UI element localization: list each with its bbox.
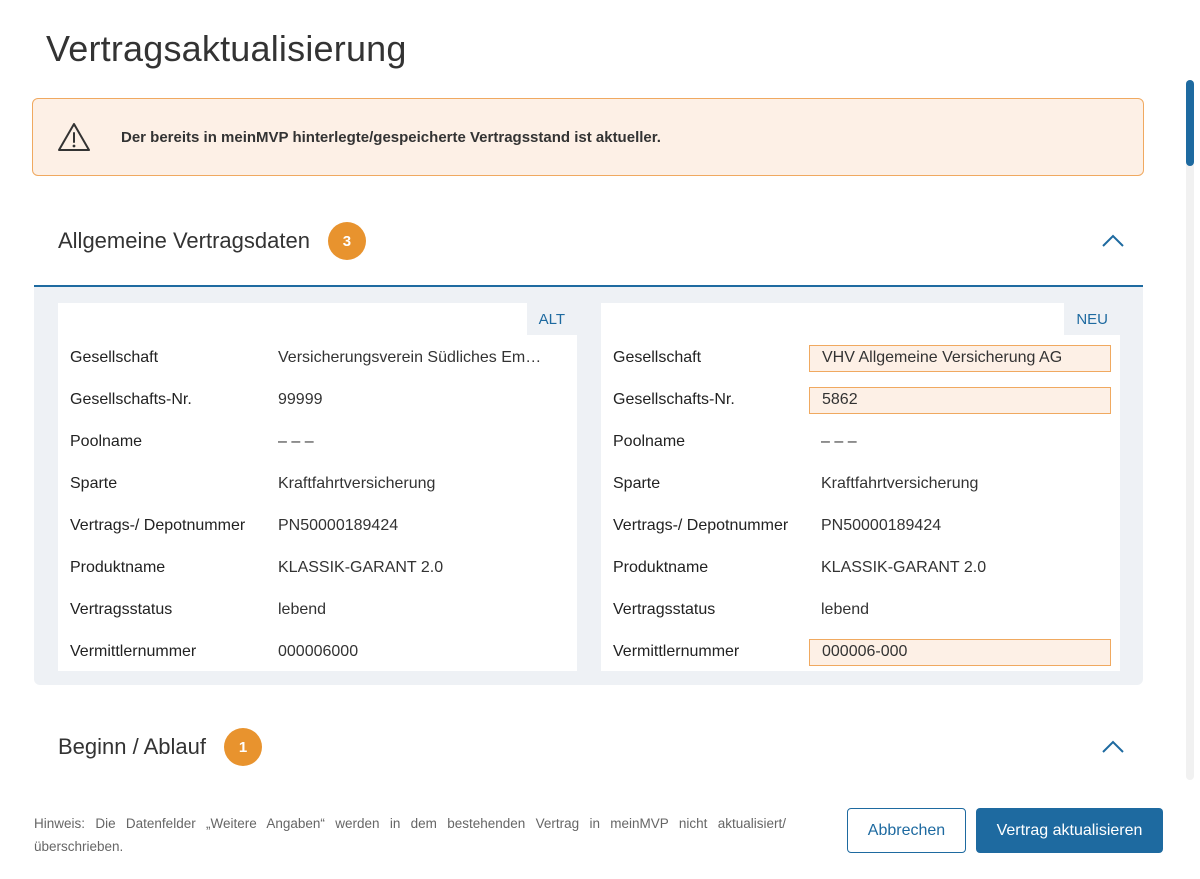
field-label: Vertragsstatus bbox=[70, 601, 173, 618]
warning-triangle-icon bbox=[57, 122, 91, 152]
page-title: Vertragsaktualisierung bbox=[46, 28, 407, 69]
field-value-changed: VHV Allgemeine Versicherung AG bbox=[809, 344, 1111, 372]
cancel-button[interactable]: Abbrechen bbox=[847, 808, 966, 853]
comparison-row: Vermittlernummer 000006000 bbox=[58, 631, 577, 673]
comparison-row: Poolname – – – bbox=[58, 421, 577, 463]
new-values-panel: NEU Gesellschaft VHV Allgemeine Versicher… bbox=[601, 303, 1120, 671]
field-label: Vertrags-/ Depotnummer bbox=[70, 517, 246, 534]
comparison-row: Sparte Kraftfahrtversicherung bbox=[58, 463, 577, 505]
field-value: Kraftfahrtversicherung bbox=[821, 475, 979, 492]
old-values-list: Gesellschaft Versicherungsverein Südliche… bbox=[58, 337, 577, 673]
field-value: lebend bbox=[278, 601, 327, 618]
section-title: Allgemeine Vertragsdaten bbox=[58, 228, 310, 253]
comparison-row: Gesellschaft VHV Allgemeine Versicherung … bbox=[601, 337, 1120, 379]
section-body-allgemeine-vertragsdaten: ALT Gesellschaft Versicherungsverein Südl… bbox=[34, 285, 1143, 685]
field-value: KLASSIK-GARANT 2.0 bbox=[821, 559, 987, 576]
field-label: Vertrags-/ Depotnummer bbox=[613, 517, 789, 534]
field-value: KLASSIK-GARANT 2.0 bbox=[278, 559, 444, 576]
field-label: Produktname bbox=[613, 559, 709, 576]
comparison-row: Vermittlernummer 000006-000 bbox=[601, 631, 1120, 673]
comparison-row: Produktname KLASSIK-GARANT 2.0 bbox=[601, 547, 1120, 589]
field-value: Versicherungsverein Südliches Em… bbox=[278, 349, 542, 366]
field-label: Gesellschafts-Nr. bbox=[613, 391, 735, 408]
chevron-up-icon[interactable] bbox=[1101, 229, 1125, 253]
panel-tag-alt: ALT bbox=[526, 303, 577, 335]
field-value: Kraftfahrtversicherung bbox=[278, 475, 436, 492]
section-header-beginn-ablauf[interactable]: Beginn / Ablauf 1 bbox=[34, 712, 1143, 782]
field-label: Poolname bbox=[70, 433, 143, 450]
field-value: – – – bbox=[821, 433, 857, 450]
change-count-badge: 3 bbox=[327, 222, 366, 260]
field-value: 000006000 bbox=[278, 643, 359, 660]
field-value: 99999 bbox=[278, 391, 323, 408]
comparison-row: Vertragsstatus lebend bbox=[58, 589, 577, 631]
comparison-row: Vertrags-/ Depotnummer PN50000189424 bbox=[58, 505, 577, 547]
chevron-up-icon[interactable] bbox=[1101, 735, 1125, 759]
field-value: PN50000189424 bbox=[278, 517, 399, 534]
scrollbar-thumb[interactable] bbox=[1186, 80, 1194, 166]
field-label: Sparte bbox=[613, 475, 661, 492]
comparison-row: Vertragsstatus lebend bbox=[601, 589, 1120, 631]
field-label: Vermittlernummer bbox=[70, 643, 197, 660]
update-contract-button[interactable]: Vertrag aktualisieren bbox=[976, 808, 1163, 853]
field-label: Produktname bbox=[70, 559, 166, 576]
comparison-row: Gesellschafts-Nr. 5862 bbox=[601, 379, 1120, 421]
warning-text: Der bereits in meinMVP hinterlegte/gespe… bbox=[121, 128, 661, 146]
field-label: Sparte bbox=[70, 475, 118, 492]
field-label: Vertragsstatus bbox=[613, 601, 716, 618]
field-value-changed: 5862 bbox=[809, 386, 1111, 414]
field-label: Gesellschaft bbox=[613, 349, 702, 366]
comparison-row: Vertrags-/ Depotnummer PN50000189424 bbox=[601, 505, 1120, 547]
comparison-row: Produktname KLASSIK-GARANT 2.0 bbox=[58, 547, 577, 589]
section-title: Beginn / Ablauf bbox=[58, 734, 207, 759]
comparison-row: Poolname – – – bbox=[601, 421, 1120, 463]
field-label: Gesellschafts-Nr. bbox=[70, 391, 192, 408]
field-value: PN50000189424 bbox=[821, 517, 942, 534]
scrollbar-track[interactable] bbox=[1186, 80, 1194, 780]
comparison-row: Sparte Kraftfahrtversicherung bbox=[601, 463, 1120, 505]
field-value: lebend bbox=[821, 601, 870, 618]
section-header-allgemeine-vertragsdaten[interactable]: Allgemeine Vertragsdaten 3 bbox=[34, 206, 1143, 276]
comparison-row: Gesellschafts-Nr. 99999 bbox=[58, 379, 577, 421]
comparison-row: Gesellschaft Versicherungsverein Südliche… bbox=[58, 337, 577, 379]
field-label: Gesellschaft bbox=[70, 349, 159, 366]
field-value: – – – bbox=[278, 433, 314, 450]
new-values-list: Gesellschaft VHV Allgemeine Versicherung … bbox=[601, 337, 1120, 673]
panel-tag-neu: NEU bbox=[1064, 303, 1120, 335]
change-count-badge: 1 bbox=[224, 728, 263, 766]
old-values-panel: ALT Gesellschaft Versicherungsverein Südl… bbox=[58, 303, 577, 671]
field-label: Poolname bbox=[613, 433, 686, 450]
footer: Hinweis: Die Datenfelder „Weitere Angabe… bbox=[0, 790, 1200, 879]
hint-text: Hinweis: Die Datenfelder „Weitere Angabe… bbox=[34, 816, 786, 854]
field-value-changed: 000006-000 bbox=[809, 638, 1111, 666]
warning-banner: Der bereits in meinMVP hinterlegte/gespe… bbox=[32, 98, 1144, 176]
field-label: Vermittlernummer bbox=[613, 643, 740, 660]
